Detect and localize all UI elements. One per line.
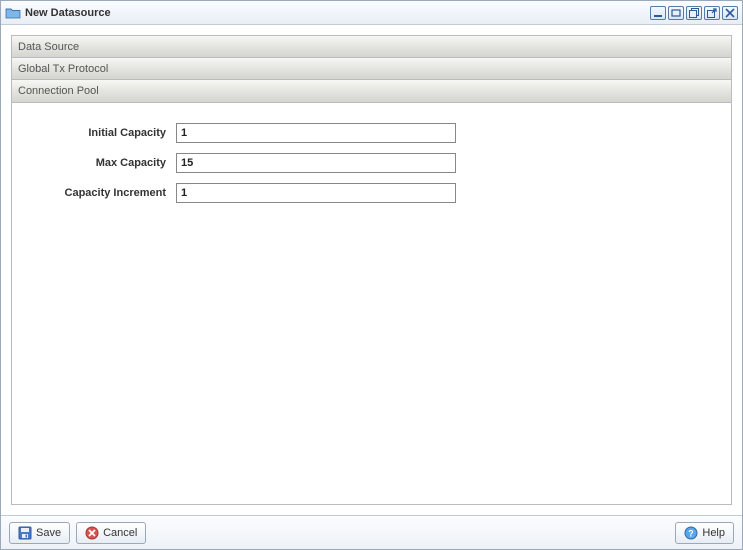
tab-label: Data Source (18, 41, 79, 53)
folder-icon (5, 5, 21, 21)
tab-label: Connection Pool (18, 85, 99, 97)
input-max-capacity[interactable] (176, 153, 456, 173)
tab-data-source[interactable]: Data Source (12, 36, 731, 58)
close-button[interactable] (722, 6, 738, 20)
form-row-max-capacity: Max Capacity (26, 153, 717, 173)
titlebar: New Datasource (1, 1, 742, 25)
label-max-capacity: Max Capacity (26, 157, 176, 169)
form-row-initial-capacity: Initial Capacity (26, 123, 717, 143)
save-icon (18, 526, 32, 540)
connection-pool-panel: Initial Capacity Max Capacity Capacity I… (11, 103, 732, 505)
save-button[interactable]: Save (9, 522, 70, 544)
footer-bar: Save Cancel ? Help (1, 515, 742, 549)
cancel-icon (85, 526, 99, 540)
dialog-window: New Datasource (0, 0, 743, 550)
save-button-label: Save (36, 527, 61, 539)
input-capacity-increment[interactable] (176, 183, 456, 203)
help-icon: ? (684, 526, 698, 540)
minimize-button[interactable] (650, 6, 666, 20)
help-button-label: Help (702, 527, 725, 539)
help-button[interactable]: ? Help (675, 522, 734, 544)
input-initial-capacity[interactable] (176, 123, 456, 143)
form-row-capacity-increment: Capacity Increment (26, 183, 717, 203)
tab-connection-pool[interactable]: Connection Pool (12, 80, 731, 102)
cancel-button-label: Cancel (103, 527, 137, 539)
restore-button[interactable] (668, 6, 684, 20)
label-initial-capacity: Initial Capacity (26, 127, 176, 139)
cancel-button[interactable]: Cancel (76, 522, 146, 544)
window-title: New Datasource (25, 7, 111, 19)
externalize-button[interactable] (704, 6, 720, 20)
tab-global-tx-protocol[interactable]: Global Tx Protocol (12, 58, 731, 80)
tab-label: Global Tx Protocol (18, 63, 108, 75)
accordion: Data Source Global Tx Protocol Connectio… (11, 35, 732, 103)
content-area: Data Source Global Tx Protocol Connectio… (1, 25, 742, 515)
maximize-button[interactable] (686, 6, 702, 20)
label-capacity-increment: Capacity Increment (26, 187, 176, 199)
svg-text:?: ? (689, 528, 695, 538)
